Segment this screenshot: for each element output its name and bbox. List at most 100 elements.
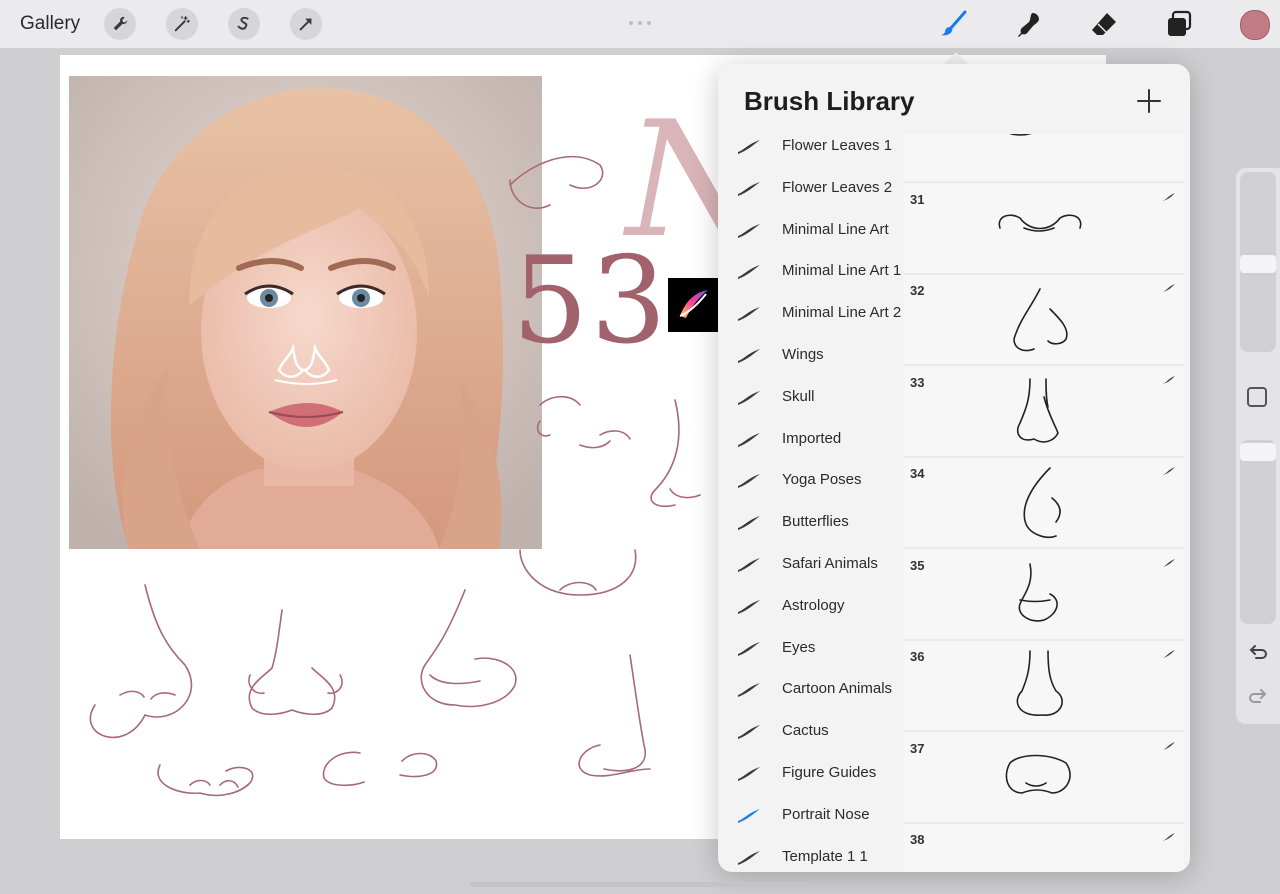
brush-size-knob[interactable] — [1240, 254, 1276, 273]
brush-set-item[interactable]: Wings — [718, 335, 904, 375]
brush-set-item[interactable]: Safari Animals — [718, 544, 904, 584]
brush-set-label: Wings — [782, 346, 824, 363]
brush-item[interactable]: 36 — [904, 641, 1184, 732]
brush-set-label: Flower Leaves 2 — [782, 178, 893, 196]
brush-library-panel: Brush Library Flower Leaves 1 Flower Leav… — [718, 64, 1190, 872]
brush-tip-icon — [1163, 741, 1175, 750]
opacity-slider[interactable] — [1240, 440, 1276, 624]
actions-button[interactable] — [104, 8, 136, 40]
brush-set-item[interactable]: Cartoon Animals — [718, 669, 904, 709]
brush-set-icon — [738, 181, 760, 196]
smudge-icon — [1018, 13, 1039, 37]
brush-set-item[interactable]: Astrology — [718, 586, 904, 626]
brush-set-label: Minimal Line Art 1 — [782, 262, 902, 280]
brush-set-label: Template 1 1 — [782, 847, 868, 865]
brush-icon — [941, 10, 967, 36]
opacity-knob[interactable] — [1240, 442, 1276, 461]
brush-set-item[interactable]: Portrait Nose — [718, 795, 904, 835]
brush-set-item[interactable]: Minimal Line Art 1 — [718, 251, 904, 291]
brush-set-label: Cactus — [782, 722, 829, 740]
brush-number: 36 — [910, 649, 925, 664]
brush-set-label: Safari Animals — [782, 555, 878, 572]
brush-stroke-preview — [1016, 377, 1059, 443]
brush-set-label: Figure Guides — [782, 764, 877, 781]
brush-set-icon — [738, 265, 760, 280]
brush-set-item[interactable]: Minimal Line Art 2 — [718, 293, 904, 333]
brush-stroke-preview — [1009, 134, 1032, 136]
brush-set-item[interactable]: Cactus — [718, 711, 904, 751]
brush-set-icon — [738, 850, 760, 865]
brush-item[interactable]: 33 — [904, 366, 1184, 458]
multitask-grabber[interactable] — [628, 12, 652, 25]
brush-set-icon — [738, 307, 760, 322]
brush-set-item[interactable]: Imported — [718, 419, 904, 459]
redo-icon — [1249, 689, 1267, 703]
brush-stroke-preview — [1016, 650, 1063, 716]
brush-item[interactable]: 38 — [904, 824, 1184, 872]
brush-set-icon — [738, 683, 760, 698]
brush-tool-button[interactable] — [936, 6, 972, 42]
transform-button[interactable] — [290, 8, 322, 40]
modify-square-icon[interactable] — [1247, 387, 1267, 407]
transform-arrow-icon — [299, 18, 312, 31]
brush-tip-icon — [1163, 558, 1175, 567]
magic-wand-icon — [174, 16, 190, 32]
color-picker-button[interactable] — [1240, 10, 1270, 40]
brush-item[interactable]: 32 — [904, 275, 1184, 366]
brush-number: 33 — [910, 374, 925, 390]
brush-tip-icon — [1163, 192, 1175, 201]
brush-set-label: Minimal Line Art 2 — [782, 304, 902, 322]
brush-set-item[interactable]: Skull — [718, 377, 904, 417]
brush-item[interactable] — [904, 134, 1184, 183]
brush-set-label: Astrology — [782, 596, 845, 614]
home-indicator — [470, 882, 810, 887]
brush-set-item[interactable]: Butterflies — [718, 502, 904, 542]
brush-set-item[interactable]: Eyes — [718, 628, 904, 668]
brush-set-icon — [738, 140, 760, 154]
brush-set-item[interactable]: Figure Guides — [718, 753, 904, 793]
brush-set-item[interactable]: Flower Leaves 2 — [718, 168, 904, 208]
brush-library-title: Brush Library — [744, 86, 915, 116]
wrench-icon — [113, 16, 128, 31]
brush-stroke-preview — [1005, 754, 1071, 794]
brush-stroke-preview — [1023, 467, 1061, 539]
plus-icon — [1137, 89, 1161, 113]
brush-number: 34 — [910, 466, 925, 481]
brush-set-item[interactable]: Template 1 1 — [718, 837, 904, 872]
brush-item[interactable]: 34 — [904, 458, 1184, 549]
brush-item[interactable]: 31 — [904, 183, 1184, 275]
brush-number: 35 — [910, 557, 925, 573]
adjustments-button[interactable] — [166, 8, 198, 40]
brush-tip-icon — [1163, 650, 1175, 658]
brush-set-label: Cartoon Animals — [782, 680, 893, 698]
gallery-button[interactable]: Gallery — [20, 13, 80, 35]
brush-set-label: Eyes — [782, 638, 816, 656]
brush-set-icon — [738, 349, 760, 363]
brush-number: 37 — [910, 740, 925, 756]
brush-tip-icon — [1163, 467, 1175, 475]
top-toolbar: Gallery — [0, 0, 1280, 48]
brush-number: 38 — [910, 832, 925, 847]
brush-set-icon — [738, 390, 760, 405]
brush-set-icon — [738, 808, 760, 823]
brush-set-item[interactable]: Flower Leaves 1 — [718, 134, 904, 166]
brush-set-item[interactable]: Minimal Line Art — [718, 210, 904, 250]
brush-number: 31 — [910, 191, 925, 207]
brush-item[interactable]: 37 — [904, 732, 1184, 824]
add-brush-set-button[interactable] — [1136, 88, 1162, 114]
undo-button[interactable] — [1247, 641, 1269, 663]
eraser-icon — [1092, 13, 1116, 35]
brush-preview-list[interactable]: 31 32 33 34 35 36 37 38 — [904, 134, 1184, 872]
brush-set-label: Portrait Nose — [782, 805, 870, 823]
selection-button[interactable] — [228, 8, 260, 40]
layers-button[interactable] — [1161, 6, 1197, 42]
redo-button[interactable] — [1247, 685, 1269, 707]
brush-set-list[interactable]: Flower Leaves 1 Flower Leaves 2 Minimal Li… — [718, 134, 904, 872]
brush-set-icon — [738, 223, 760, 238]
brush-set-item[interactable]: Yoga Poses — [718, 460, 904, 500]
brush-set-icon — [738, 432, 760, 447]
eraser-tool-button[interactable] — [1086, 6, 1122, 42]
brush-set-icon — [738, 767, 760, 781]
brush-item[interactable]: 35 — [904, 549, 1184, 641]
smudge-tool-button[interactable] — [1011, 6, 1047, 42]
